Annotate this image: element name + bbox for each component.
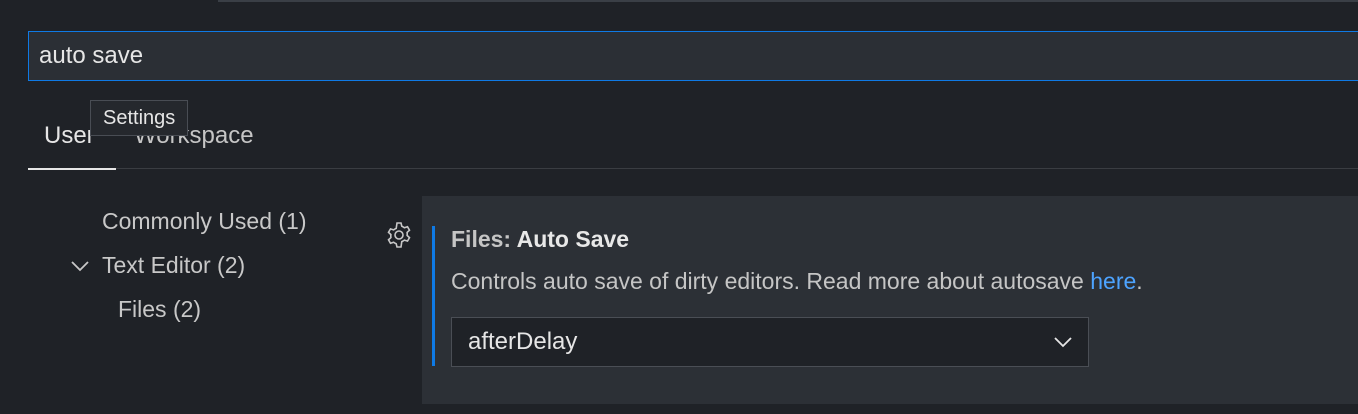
setting-title: Files: Auto Save (451, 226, 629, 253)
toc-item-files[interactable]: Files (2) (118, 296, 201, 323)
description-end: . (1136, 268, 1143, 294)
search-input-value: auto save (39, 42, 144, 69)
setting-item-files-auto-save: Files: Auto Save Controls auto save of d… (422, 196, 1358, 404)
tab-user[interactable]: User (44, 122, 95, 150)
settings-tooltip: Settings (90, 100, 189, 136)
focus-indicator (432, 226, 435, 366)
chevron-down-icon (1054, 337, 1072, 348)
setting-category: Files: (451, 226, 517, 252)
tooltip-text: Settings (103, 106, 176, 129)
auto-save-select[interactable]: afterDelay (451, 317, 1089, 367)
toc-item-text-editor[interactable]: Text Editor (2) (68, 252, 245, 279)
description-text: Controls auto save of dirty editors. Rea… (451, 268, 1091, 294)
chevron-down-icon (71, 260, 89, 271)
gear-icon[interactable] (384, 220, 414, 250)
setting-name: Auto Save (516, 226, 630, 252)
editor-top-border (218, 0, 1358, 2)
here-link[interactable]: here (1090, 268, 1136, 294)
settings-scope-tabs: User Workspace (28, 110, 1358, 170)
setting-description: Controls auto save of dirty editors. Rea… (451, 268, 1143, 295)
toc-item-label: Text Editor (2) (102, 252, 246, 278)
toc-item-commonly-used[interactable]: Commonly Used (1) (102, 208, 307, 235)
active-tab-indicator (28, 168, 116, 170)
settings-search-input[interactable]: auto save (28, 31, 1358, 81)
select-value: afterDelay (468, 328, 578, 355)
